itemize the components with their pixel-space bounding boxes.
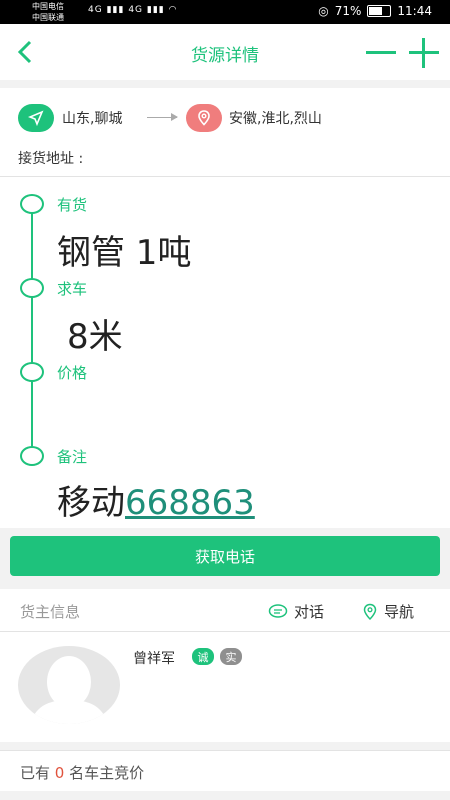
carrier-info: 中国电信 中国联通 xyxy=(32,1,64,23)
signal-icon: ▮▮▮ xyxy=(106,5,125,15)
route-arrow-icon xyxy=(147,113,178,121)
avatar[interactable] xyxy=(18,646,120,724)
signal-icons: 4G ▮▮▮ 4G ▮▮▮ ◠ xyxy=(88,5,177,15)
wifi-icon: ◠ xyxy=(168,5,178,15)
note-prefix: 移动 xyxy=(57,483,125,523)
origin-pin xyxy=(18,104,54,132)
phone-number-link[interactable]: 668863 xyxy=(125,483,255,523)
pickup-address-label: 接货地址 : xyxy=(18,151,84,167)
plus-icon[interactable] xyxy=(409,38,439,68)
origin-text: 山东,聊城 xyxy=(62,111,123,127)
chat-label: 对话 xyxy=(294,603,325,621)
timeline-dot xyxy=(20,278,44,298)
app-header: 货源详情 xyxy=(0,24,450,80)
signal-icon: ▮▮▮ xyxy=(146,5,165,15)
location-pin-icon xyxy=(363,603,377,620)
destination-text: 安徽,淮北,烈山 xyxy=(229,111,322,127)
route-card: 山东,聊城 安徽,淮北,烈山 接货地址 : xyxy=(0,88,450,176)
owner-info-body: 曾祥军 诚 实 xyxy=(0,632,450,742)
timeline-dot xyxy=(20,446,44,466)
verified-badge: 实 xyxy=(220,648,242,665)
status-right: ◎ 71% 11:44 xyxy=(318,4,432,18)
timeline-line xyxy=(31,203,33,455)
clock: 11:44 xyxy=(397,4,432,18)
destination-pin xyxy=(186,104,222,132)
bid-count: 0 xyxy=(54,764,65,782)
owner-info-header: 货主信息 对话 导航 xyxy=(0,589,450,632)
chat-button[interactable]: 对话 xyxy=(268,601,324,622)
get-phone-button[interactable]: 获取电话 xyxy=(10,536,440,576)
timeline-dot xyxy=(20,362,44,382)
minus-icon[interactable] xyxy=(366,51,396,54)
chat-bubble-icon xyxy=(268,603,288,618)
timeline-dot xyxy=(20,194,44,214)
carrier-1: 中国电信 xyxy=(32,2,64,11)
navigate-label: 导航 xyxy=(384,603,415,621)
carrier-2: 中国联通 xyxy=(32,13,64,22)
bid-prefix: 已有 xyxy=(20,764,51,782)
truck-label: 求车 xyxy=(57,280,88,298)
battery-percent: 71% xyxy=(334,4,362,18)
status-bar: 中国电信 中国联通 4G ▮▮▮ 4G ▮▮▮ ◠ ◎ 71% 11:44 xyxy=(0,0,450,24)
goods-label: 有货 xyxy=(57,196,88,214)
bid-count-text: 已有 0 名车主竞价 xyxy=(20,762,144,783)
truck-value: 8米 xyxy=(67,317,123,357)
location-icon: ◎ xyxy=(318,4,329,18)
bid-info-bar: 已有 0 名车主竞价 xyxy=(0,750,450,791)
battery-icon xyxy=(367,5,392,17)
owner-name: 曾祥军 xyxy=(133,651,175,667)
network-4g-2: 4G xyxy=(128,5,144,15)
note-label: 备注 xyxy=(57,448,88,466)
navigation-arrow-icon xyxy=(28,110,44,126)
price-label: 价格 xyxy=(57,364,88,382)
location-pin-icon xyxy=(198,110,210,126)
cargo-detail: 有货 钢管 1吨 求车 8米 价格 备注 移动668863 xyxy=(0,176,450,528)
note-value: 移动668863 xyxy=(57,475,255,524)
network-4g-1: 4G xyxy=(88,5,103,15)
navigate-button[interactable]: 导航 xyxy=(362,601,414,622)
battery-fill xyxy=(369,7,383,15)
user-avatar-icon xyxy=(30,656,108,724)
owner-section-title: 货主信息 xyxy=(20,603,81,621)
honest-badge: 诚 xyxy=(192,648,214,665)
bid-suffix: 名车主竞价 xyxy=(69,764,145,782)
goods-value: 钢管 1吨 xyxy=(57,233,192,273)
